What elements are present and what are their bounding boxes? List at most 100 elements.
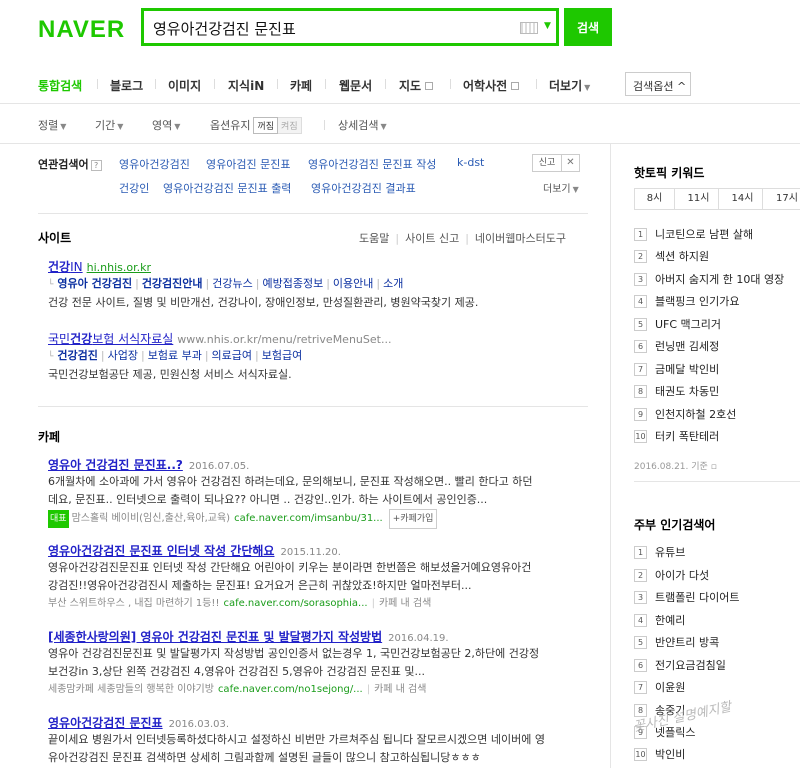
result-title[interactable]: 영유아건강검진 문진표 인터넷 작성 간단해요 [48,544,274,558]
hot-keyword[interactable]: 5 UFC 맥그리거 [634,316,721,332]
sublink[interactable]: 사업장 [108,349,138,362]
sublink[interactable]: 소개 [383,277,403,290]
hot-keyword[interactable]: 10 터키 폭탄테러 [634,428,719,444]
housewife-keyword[interactable]: 3 트램폴린 다이어트 [634,589,739,605]
hot-keyword[interactable]: 6 런닝맨 김세정 [634,338,719,354]
housewife-keyword[interactable]: 6 전기요금검침일 [634,657,726,673]
tab-map[interactable]: 지도 [399,77,434,94]
housewife-keyword[interactable]: 10 박인비 [634,746,685,762]
cafe-name[interactable]: 맘스홀릭 베이비(임신,출산,육아,교육) [72,513,231,524]
sublink[interactable]: 예방접종정보 [262,277,323,290]
join-cafe-button[interactable]: +카페가입 [388,509,438,529]
cafe-name[interactable]: 부산 스위트하우스 , 내집 마련하기 1등!! [48,598,219,609]
sublink[interactable]: 건강뉴스 [212,277,252,290]
tab-dictionary[interactable]: 어학사전 [463,77,520,94]
result-description: 건강 전문 사이트, 질병 및 비만개선, 건강나이, 장애인정보, 만성질환관… [48,296,479,309]
related-item[interactable]: 영유아건강검진 [119,156,190,172]
result-url[interactable]: www.nhis.or.kr/menu/retriveMenuSet... [177,333,391,346]
cafe-url[interactable]: cafe.naver.com/sorasophia... [223,598,367,609]
info-icon[interactable]: ▫ [711,462,717,472]
result-snippet: 보건강in 3,상단 왼쪽 건강검진 4,영유아 건강검진 5,영유아 건강검진… [48,665,425,678]
housewife-keyword[interactable]: 2 아이가 다섯 [634,567,709,583]
hot-keyword[interactable]: 3 아버지 숨지게 한 10대 영장 [634,271,784,287]
hot-keyword[interactable]: 9 인천지하철 2호선 [634,406,736,422]
time-tab[interactable]: 11시 [679,189,719,209]
search-button[interactable]: 검색 [564,8,612,46]
corner-icon: └ [48,352,54,362]
related-more-button[interactable]: 더보기 ▼ [543,180,579,195]
housewife-keyword[interactable]: 5 반얀트리 방콕 [634,634,719,650]
help-link[interactable]: 도움말 [359,232,389,245]
site-section-title: 사이트 [38,231,72,245]
time-tab[interactable]: 8시 [635,189,675,209]
result-title[interactable]: 국민건강보험 서식자료실 [48,332,173,346]
cafe-search-link[interactable]: 카페 내 검색 [379,598,431,609]
result-title[interactable]: 건강IN [48,260,83,274]
corner-icon: └ [48,280,54,290]
search-box[interactable]: ▼ [141,8,559,46]
webmaster-link[interactable]: 네이버웹마스터도구 [475,232,566,245]
time-tab[interactable]: 14시 [723,189,763,209]
cafe-result: [세종한사랑의원] 영유아 건강검진 문진표 및 발달평가지 작성방법 2016.… [48,628,588,699]
cafe-search-link[interactable]: 카페 내 검색 [374,684,426,695]
hot-keyword[interactable]: 8 태권도 차동민 [634,383,719,399]
search-options-button[interactable]: 검색옵션 ^ [625,72,691,96]
filter-keep-option: 옵션유지 꺼짐 켜짐 [210,117,302,134]
tab-web[interactable]: 웹문서 [339,77,372,94]
naver-logo[interactable]: NAVER [38,16,125,44]
option-on-toggle[interactable]: 켜짐 [278,117,302,134]
related-item[interactable]: 영유아건강검진 결과표 [311,180,416,196]
sublink[interactable]: 보험료 부과 [148,349,202,362]
related-item[interactable]: 건강인 [119,180,149,196]
site-report-link[interactable]: 사이트 신고 [405,232,459,245]
tab-cafe[interactable]: 카페 [290,77,312,94]
result-date: 2016.04.19. [388,633,449,644]
result-sublinks: └ 건강검진 | 사업장 | 보험료 부과 | 의료급여 | 보험급여 [48,349,303,362]
chevron-down-icon[interactable]: ▼ [544,21,551,31]
report-button[interactable]: 신고 [532,154,562,172]
sublink[interactable]: 보험급여 [262,349,302,362]
option-off-toggle[interactable]: 꺼짐 [253,117,279,134]
tab-kin[interactable]: 지식iN [228,77,264,94]
cafe-url[interactable]: cafe.naver.com/no1sejong/... [218,684,363,695]
related-item[interactable]: 영유아검진 문진표 [206,156,290,172]
filter-detail[interactable]: 상세검색 ▼ [338,117,387,133]
cafe-name[interactable]: 세종맘카페 세종맘들의 행복한 이야기방 [48,684,214,695]
result-date: 2016.03.03. [168,719,230,730]
filter-sort[interactable]: 정렬 ▼ [38,117,66,133]
new-window-icon [425,82,434,90]
tab-integrated[interactable]: 통합검색 [38,77,82,94]
tab-more[interactable]: 더보기 ▼ [549,77,590,94]
result-title[interactable]: [세종한사랑의원] 영유아 건강검진 문진표 및 발달평가지 작성방법 [48,630,382,644]
filter-period[interactable]: 기간 ▼ [95,117,123,133]
result-title[interactable]: 영유아 건강검진 문진표..? [48,458,183,472]
help-icon[interactable]: ? [90,160,102,171]
hot-keyword[interactable]: 4 블랙핑크 인기가요 [634,293,739,309]
sublink[interactable]: 영유아 건강검진 [57,277,132,290]
housewife-keyword[interactable]: 1 유튜브 [634,544,685,560]
time-tab[interactable]: 17시 [767,189,800,209]
cafe-url[interactable]: cafe.naver.com/imsanbu/31... [234,513,383,524]
related-item[interactable]: k-dst [457,156,484,169]
tab-image[interactable]: 이미지 [168,77,201,94]
hot-keyword[interactable]: 7 금메달 박인비 [634,361,719,377]
result-url[interactable]: hi.nhis.or.kr [87,261,151,274]
related-item[interactable]: 영유아건강검진 문진표 출력 [163,180,291,196]
sublink[interactable]: 이용안내 [333,277,373,290]
filter-area[interactable]: 영역 ▼ [152,117,180,133]
hot-keyword[interactable]: 2 섹션 하지원 [634,248,709,264]
sublink[interactable]: 의료급여 [212,349,252,362]
housewife-keyword[interactable]: 7 이윤원 [634,679,685,695]
filter-bar: 정렬 ▼ 기간 ▼ 영역 ▼ 옵션유지 꺼짐 켜짐 상세검색 ▼ [0,104,800,144]
sublink[interactable]: 건강검진안내 [142,277,203,290]
result-title[interactable]: 영유아건강검진 문진표 [48,716,163,730]
close-icon[interactable]: ✕ [562,154,580,172]
related-item[interactable]: 영유아건강검진 문진표 작성 [308,156,436,172]
tab-blog[interactable]: 블로그 [110,77,143,94]
hot-keyword[interactable]: 1 니코틴으로 남편 살해 [634,226,753,242]
keyboard-icon[interactable] [520,22,538,34]
housewife-keyword[interactable]: 4 한예리 [634,612,685,628]
search-input[interactable] [153,16,503,40]
sublink[interactable]: 건강검진 [57,349,97,362]
chevron-up-icon: ^ [676,80,687,93]
